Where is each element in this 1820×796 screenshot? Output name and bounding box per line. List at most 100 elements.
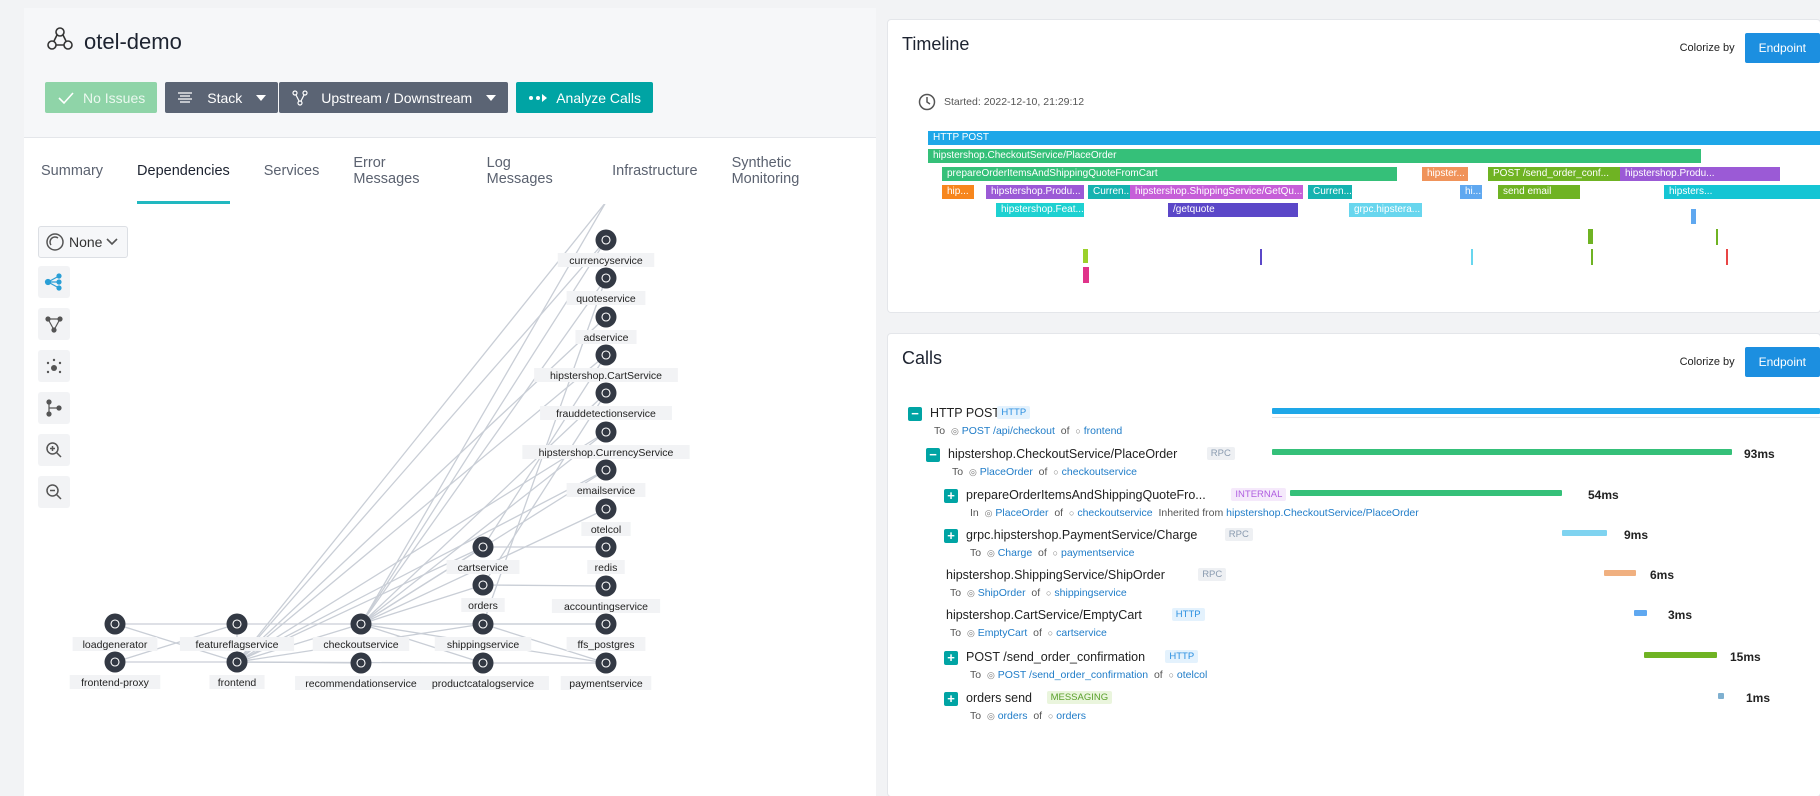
- timeline-bar[interactable]: hipstershop.ShippingService/GetQu...: [1130, 185, 1303, 199]
- upstream-downstream-dropdown[interactable]: Upstream / Downstream: [279, 82, 509, 113]
- timeline-bar[interactable]: hipsters...: [1664, 185, 1820, 199]
- node-circle[interactable]: [595, 344, 617, 366]
- tab-error-messages[interactable]: Error Messages: [336, 138, 469, 204]
- node-circle[interactable]: [595, 536, 617, 558]
- collapse-icon[interactable]: −: [908, 407, 922, 421]
- node-circle[interactable]: [595, 382, 617, 404]
- timeline-bar[interactable]: Curren...: [1088, 185, 1132, 199]
- graph-node-hipstershop.CurrencyService[interactable]: hipstershop.CurrencyService: [522, 421, 690, 460]
- call-name[interactable]: hipstershop.CheckoutService/PlaceOrder: [948, 447, 1177, 461]
- call-service-link[interactable]: orders: [1056, 710, 1086, 722]
- graph-node-featureflagservice[interactable]: featureflagservice: [179, 613, 295, 652]
- timeline-bar[interactable]: hipster...: [1422, 167, 1468, 181]
- analyze-calls-button[interactable]: Analyze Calls: [516, 82, 654, 113]
- node-circle[interactable]: [595, 498, 617, 520]
- timeline-bar[interactable]: prepareOrderItemsAndShippingQuoteFromCar…: [942, 167, 1397, 181]
- node-circle[interactable]: [350, 652, 372, 674]
- no-issues-button[interactable]: No Issues: [45, 82, 158, 113]
- node-circle[interactable]: [595, 229, 617, 251]
- timeline-bar[interactable]: hipstershop.Produ...: [1620, 167, 1780, 181]
- call-row[interactable]: − hipstershop.CheckoutService/PlaceOrder R…: [888, 447, 1808, 487]
- graph-node-currencyservice[interactable]: currencyservice: [557, 229, 655, 268]
- node-circle[interactable]: [472, 613, 494, 635]
- node-circle[interactable]: [350, 613, 372, 635]
- tab-synthetic-monitoring[interactable]: Synthetic Monitoring: [715, 138, 876, 204]
- call-endpoint-link[interactable]: PlaceOrder: [995, 507, 1048, 519]
- call-name[interactable]: hipstershop.ShippingService/ShipOrder: [946, 568, 1165, 582]
- call-service-link[interactable]: paymentservice: [1061, 547, 1135, 559]
- graph-node-frauddetectionservice[interactable]: frauddetectionservice: [540, 382, 672, 421]
- call-row[interactable]: + POST /send_order_confirmation HTTP To ◎ P…: [888, 650, 1808, 690]
- timeline-bar[interactable]: grpc.hipstera...: [1349, 203, 1422, 217]
- node-circle[interactable]: [226, 651, 248, 673]
- call-row[interactable]: + prepareOrderItemsAndShippingQuoteFro...…: [888, 488, 1808, 528]
- graph-node-redis[interactable]: redis: [587, 536, 625, 575]
- call-service-link[interactable]: shippingservice: [1054, 587, 1126, 599]
- call-name[interactable]: prepareOrderItemsAndShippingQuoteFro...: [966, 488, 1206, 502]
- call-row[interactable]: + grpc.hipstershop.PaymentService/Charge R…: [888, 528, 1808, 568]
- graph-node-accountingservice[interactable]: accountingservice: [551, 575, 661, 614]
- call-endpoint-link[interactable]: ShipOrder: [978, 587, 1026, 599]
- expand-icon[interactable]: +: [944, 651, 958, 665]
- graph-node-emailservice[interactable]: emailservice: [566, 459, 646, 498]
- collapse-icon[interactable]: −: [926, 448, 940, 462]
- timeline-bar[interactable]: hipstershop.CheckoutService/PlaceOrder: [928, 149, 1701, 163]
- node-circle[interactable]: [472, 574, 494, 596]
- call-endpoint-link[interactable]: Charge: [998, 547, 1032, 559]
- node-circle[interactable]: [104, 651, 126, 673]
- node-circle[interactable]: [472, 536, 494, 558]
- call-endpoint-link[interactable]: POST /send_order_confirmation: [998, 669, 1148, 681]
- call-endpoint-link[interactable]: PlaceOrder: [980, 466, 1033, 478]
- timeline-bar[interactable]: hip...: [942, 185, 974, 199]
- timeline-bar[interactable]: hipstershop.Produ...: [986, 185, 1084, 199]
- node-circle[interactable]: [104, 613, 126, 635]
- node-circle[interactable]: [226, 613, 248, 635]
- tab-services[interactable]: Services: [247, 138, 337, 204]
- call-service-link[interactable]: otelcol: [1177, 669, 1207, 681]
- call-inherited-link[interactable]: hipstershop.CheckoutService/PlaceOrder: [1226, 507, 1419, 519]
- timeline-bar[interactable]: send email: [1498, 185, 1580, 199]
- timeline-bar[interactable]: Curren...: [1308, 185, 1352, 199]
- call-name[interactable]: POST /send_order_confirmation: [966, 650, 1145, 664]
- graph-node-recommendationservice[interactable]: recommendationservice: [295, 652, 427, 691]
- call-endpoint-link[interactable]: EmptyCart: [978, 627, 1028, 639]
- stack-dropdown[interactable]: Stack: [165, 82, 279, 113]
- node-circle[interactable]: [595, 652, 617, 674]
- call-name[interactable]: HTTP POST: [930, 406, 1000, 420]
- graph-node-productcatalogservice[interactable]: productcatalogservice: [417, 652, 549, 691]
- node-circle[interactable]: [472, 652, 494, 674]
- node-circle[interactable]: [595, 575, 617, 597]
- graph-node-ffs_postgres[interactable]: ffs_postgres: [566, 613, 646, 652]
- dependency-map[interactable]: None currencyservice quoteservice adserv…: [24, 204, 876, 796]
- expand-icon[interactable]: +: [944, 692, 958, 706]
- graph-node-loadgenerator[interactable]: loadgenerator: [72, 613, 158, 652]
- call-row[interactable]: + orders send MESSAGING To ◎ orders of ○ or…: [888, 691, 1808, 731]
- graph-node-frontend-proxy[interactable]: frontend-proxy: [69, 651, 161, 690]
- graph-node-adservice[interactable]: adservice: [575, 306, 637, 345]
- tab-dependencies[interactable]: Dependencies: [120, 138, 247, 204]
- graph-node-shippingservice[interactable]: shippingservice: [434, 613, 532, 652]
- tab-summary[interactable]: Summary: [24, 138, 120, 204]
- node-circle[interactable]: [595, 459, 617, 481]
- timeline-bar[interactable]: /getquote: [1168, 203, 1298, 217]
- call-endpoint-link[interactable]: orders: [998, 710, 1028, 722]
- graph-node-quoteservice[interactable]: quoteservice: [566, 267, 646, 306]
- tab-log-messages[interactable]: Log Messages: [470, 138, 595, 204]
- expand-icon[interactable]: +: [944, 529, 958, 543]
- call-service-link[interactable]: checkoutservice: [1062, 466, 1137, 478]
- call-service-link[interactable]: checkoutservice: [1077, 507, 1152, 519]
- expand-icon[interactable]: +: [944, 489, 958, 503]
- call-endpoint-link[interactable]: POST /api/checkout: [962, 425, 1055, 437]
- colorize-endpoint-button[interactable]: Endpoint: [1744, 33, 1820, 63]
- timeline-bar[interactable]: HTTP POST: [928, 131, 1820, 145]
- colorize-endpoint-button[interactable]: Endpoint: [1744, 347, 1820, 377]
- call-service-link[interactable]: frontend: [1084, 425, 1123, 437]
- node-circle[interactable]: [595, 421, 617, 443]
- call-name[interactable]: hipstershop.CartService/EmptyCart: [946, 608, 1142, 622]
- timeline-bar[interactable]: hipstershop.Feat...: [996, 203, 1084, 217]
- tab-infrastructure[interactable]: Infrastructure: [595, 138, 714, 204]
- call-name[interactable]: orders send: [966, 691, 1032, 705]
- call-row[interactable]: hipstershop.ShippingService/ShipOrder RPC…: [888, 568, 1808, 608]
- node-circle[interactable]: [595, 613, 617, 635]
- call-row[interactable]: − HTTP POST HTTP To ◎ POST /api/checkout of…: [888, 406, 1820, 446]
